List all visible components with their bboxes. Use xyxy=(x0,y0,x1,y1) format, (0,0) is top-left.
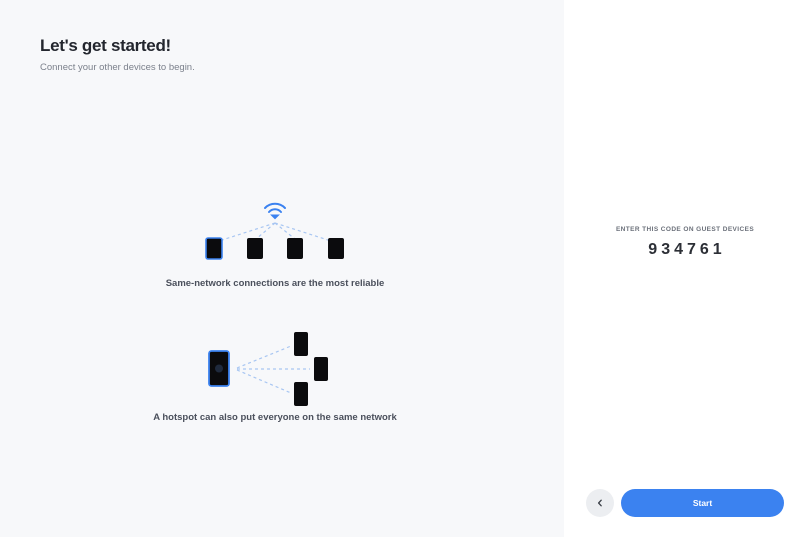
guest-device-icon xyxy=(247,238,263,259)
pairing-panel: ENTER THIS CODE ON GUEST DEVICES 934761 … xyxy=(564,0,806,537)
hotspot-illustration xyxy=(208,332,328,406)
page-subtitle: Connect your other devices to begin. xyxy=(40,62,195,73)
pairing-code-label: ENTER THIS CODE ON GUEST DEVICES xyxy=(615,226,755,233)
start-button[interactable]: Start xyxy=(621,489,784,517)
chevron-left-icon xyxy=(597,499,602,507)
same-network-caption: Same-network connections are the most re… xyxy=(165,278,385,289)
wifi-icon xyxy=(264,202,286,220)
setup-panel: Let's get started! Connect your other de… xyxy=(0,0,564,537)
hotspot-caption: A hotspot can also put everyone on the s… xyxy=(153,412,397,423)
back-button[interactable] xyxy=(586,489,614,517)
guest-device-icon xyxy=(287,238,303,259)
host-device-icon xyxy=(205,237,223,260)
hotspot-phone-icon xyxy=(208,350,230,387)
guest-device-icon xyxy=(294,382,308,406)
pairing-code: 934761 xyxy=(648,241,726,258)
guest-device-icon xyxy=(328,238,344,259)
same-network-illustration xyxy=(205,202,344,260)
guest-device-icon xyxy=(294,332,308,356)
dashed-connection-lines xyxy=(218,222,332,242)
page-title: Let's get started! xyxy=(40,36,171,55)
guest-device-icon xyxy=(314,357,328,381)
